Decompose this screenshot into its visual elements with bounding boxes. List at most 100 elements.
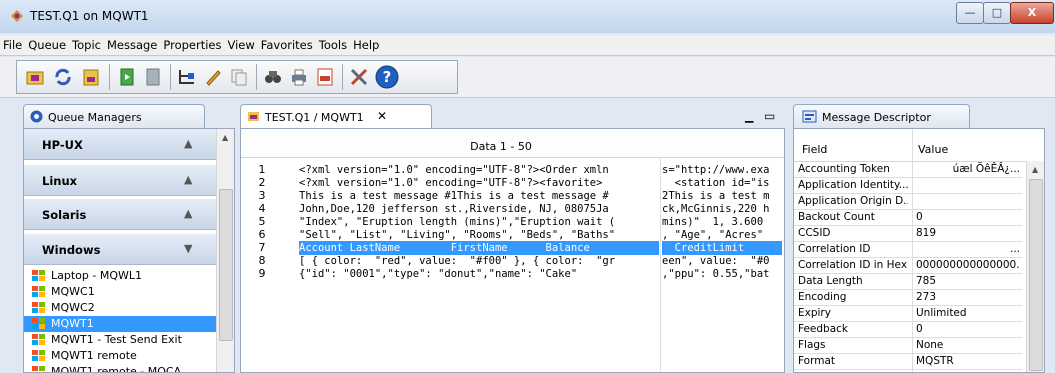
descriptor-row[interactable]: Feedback 0 [794,322,1022,338]
pdf-icon[interactable] [313,65,337,89]
tree-icon[interactable] [175,65,199,89]
row-number: 4 [258,202,266,215]
row-number: 7 [258,241,266,254]
descriptor-row[interactable]: Correlation ID... [794,242,1022,258]
data-cell[interactable]: John,Doe,120 jefferson st.,Riverside, NJ… [299,202,659,216]
descriptor-value: úæl ÕêÊÂ¿... [952,163,1020,175]
group-hp-ux[interactable]: HP-UX ▲ [24,129,234,160]
data-cell[interactable]: <?xml version="1.0" encoding="UTF-8"?><f… [299,176,659,190]
descriptor-row[interactable]: Backout Count 0 [794,210,1022,226]
data-cell[interactable]: [ { color: "red", value: "#f00" }, { col… [299,254,659,268]
menu-file[interactable]: File [0,35,25,55]
data-cell[interactable]: This is a test message #1This is a test … [299,189,659,203]
data-cell[interactable]: mins)" 1, 3.600 [662,215,782,229]
descriptor-scrollbar[interactable]: ▲ [1026,161,1044,372]
descriptor-row[interactable]: Flags None [794,338,1022,354]
data-cell[interactable]: , "Age", "Acres" [662,228,782,242]
tab-label: Queue Managers [48,111,142,124]
descriptor-row[interactable]: Application Identity... [794,178,1022,194]
left-scrollbar[interactable]: ▲ [216,129,234,372]
descriptor-field: Data Length [798,275,863,287]
descriptor-row[interactable]: Expiry Unlimited [794,306,1022,322]
descriptor-row[interactable]: Format MQSTR [794,354,1022,370]
menu-favorites[interactable]: Favorites [258,35,316,55]
queue-manager-label: MQWT1 - Test Send Exit [51,333,182,346]
refresh-icon[interactable] [51,65,75,89]
queue-manager-item[interactable]: MQWT1 remote - MQCA [24,364,234,373]
descriptor-row[interactable]: Correlation ID in Hex 000000000000000... [794,258,1022,274]
queue-icon[interactable] [79,65,103,89]
data-cell[interactable]: "Index", "Eruption length (mins)","Erupt… [299,215,659,229]
app-icon [10,9,24,23]
grid-header-label: Data 1 - 50 [470,140,532,153]
queue-manager-label: MQWC2 [51,301,95,314]
descriptor-value: 000000000000000... [916,259,1020,271]
data-cell[interactable]: s="http://www.exa [662,163,782,177]
descriptor-row[interactable]: CCSID 819 [794,226,1022,242]
tools-icon[interactable] [347,65,371,89]
group-solaris[interactable]: Solaris ▲ [24,199,234,230]
maximize-panel-icon[interactable]: ▭ [764,109,775,123]
descriptor-row[interactable]: Application Origin D... [794,194,1022,210]
menu-queue[interactable]: Queue [25,35,69,55]
descriptor-row[interactable]: Encoding 273 [794,290,1022,306]
close-tab-icon[interactable]: ✕ [377,109,387,123]
group-windows[interactable]: Windows ▼ [24,234,234,265]
tab-message-descriptor[interactable]: Message Descriptor [793,104,970,129]
maximize-button[interactable]: □ [983,2,1011,24]
queue-manager-item[interactable]: MQWT1 remote [24,348,234,364]
open-queue-icon[interactable] [23,65,47,89]
data-cell[interactable]: "Sell", "List", "Living", "Rooms", "Beds… [299,228,659,242]
message-data-grid: Data 1 - 50 1 <?xml version="1.0" encodin… [240,128,785,373]
menu-topic[interactable]: Topic [69,35,104,55]
copy-icon[interactable] [227,65,251,89]
put-message-icon[interactable] [115,65,139,89]
descriptor-row[interactable]: Accounting Token úæl ÕêÊÂ¿... [794,162,1022,178]
descriptor-value: 785 [916,275,937,287]
edit-icon[interactable] [201,65,225,89]
descriptor-row[interactable]: Data Length 785 [794,274,1022,290]
data-cell[interactable]: ,"ppu": 0.55,"bat [662,267,782,281]
group-linux[interactable]: Linux ▲ [24,165,234,196]
message-descriptor-table: Field Value Accounting Token úæl ÕêÊÂ¿...… [793,128,1045,373]
data-cell[interactable]: ck,McGinnis,220 h [662,202,782,216]
collapse-icon: ▲ [184,173,193,186]
menu-message[interactable]: Message [104,35,160,55]
queue-manager-item[interactable]: MQWT1 [24,316,234,332]
data-cell[interactable]: Account LastName FirstName Balance [299,241,659,255]
data-cell[interactable]: 2This is a test m [662,189,782,203]
queue-manager-item[interactable]: MQWT1 - Test Send Exit [24,332,234,348]
descriptor-header: Field Value [794,129,1044,162]
toolbar: ? [0,57,1055,98]
tab-test-q1[interactable]: TEST.Q1 / MQWT1 ✕ [240,104,432,129]
column-value[interactable]: Value [918,143,948,156]
row-number: 3 [258,189,266,202]
data-cell[interactable]: een", value: "#0 [662,254,782,268]
svg-text:?: ? [383,68,392,86]
queue-manager-item[interactable]: MQWC1 [24,284,234,300]
menu-view[interactable]: View [225,35,258,55]
minimize-panel-icon[interactable]: ▁ [745,110,753,123]
tab-queue-managers[interactable]: Queue Managers [23,104,205,129]
menu-tools[interactable]: Tools [316,35,350,55]
data-cell[interactable]: <?xml version="1.0" encoding="UTF-8"?><O… [299,163,659,177]
help-icon[interactable]: ? [375,65,399,89]
data-cell[interactable]: <station id="is [662,176,782,190]
queue-manager-item[interactable]: Laptop - MQWL1 [24,268,234,284]
row-number: 1 [258,163,266,176]
collapse-icon: ▲ [184,207,193,220]
menu-properties[interactable]: Properties [160,35,224,55]
data-cell[interactable]: {"id": "0001","type": "donut","name": "C… [299,267,659,281]
find-icon[interactable] [261,65,285,89]
get-message-icon[interactable] [141,65,165,89]
queue-manager-label: MQWT1 remote - MQCA [51,365,182,373]
queue-manager-item[interactable]: MQWC2 [24,300,234,316]
minimize-button[interactable]: — [956,2,984,24]
menu-help[interactable]: Help [350,35,382,55]
queue-manager-icon [32,286,46,298]
print-icon[interactable] [287,65,311,89]
close-button[interactable]: X [1010,2,1054,24]
data-cell[interactable]: CreditLimit [662,241,782,255]
column-field[interactable]: Field [802,143,827,156]
descriptor-field: Correlation ID [798,243,871,255]
